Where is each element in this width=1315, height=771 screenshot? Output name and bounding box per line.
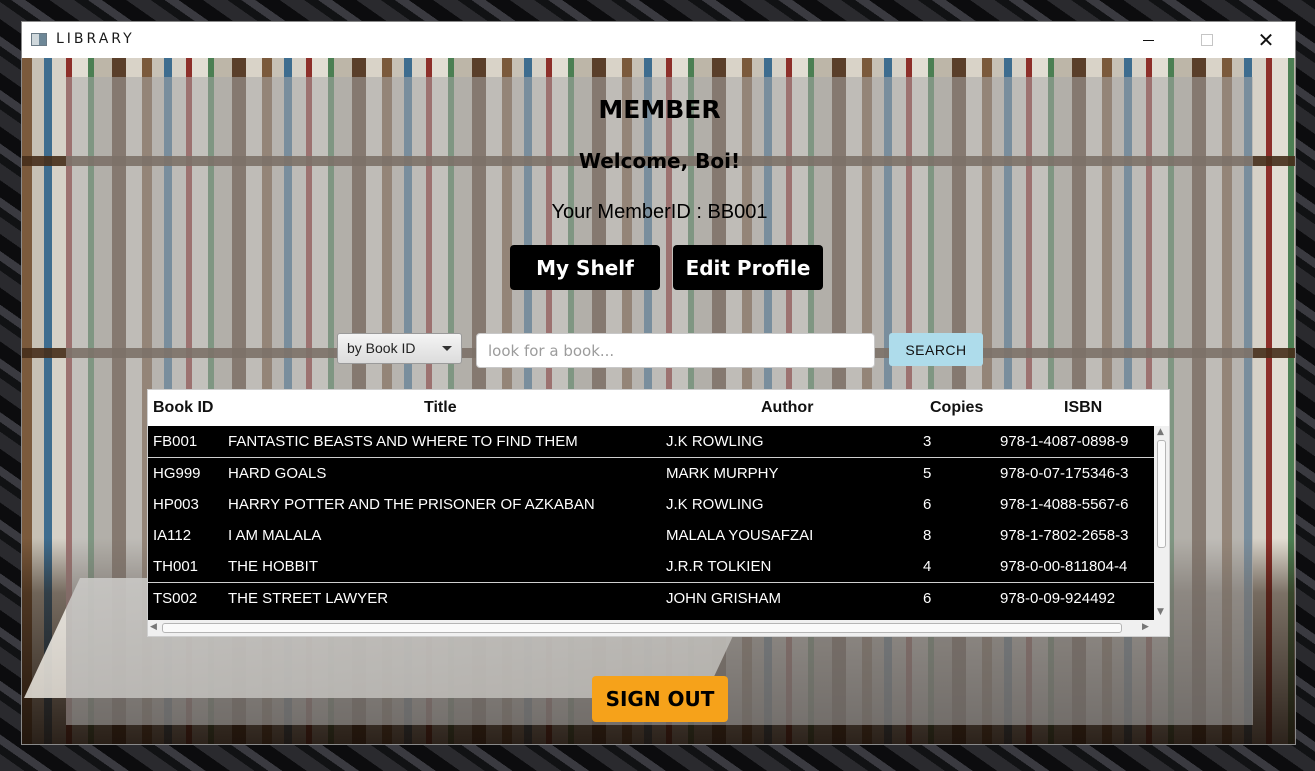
- cell-copies: 6: [923, 496, 932, 513]
- vertical-scroll-thumb[interactable]: [1157, 440, 1166, 548]
- cell-author: J.K ROWLING: [666, 433, 764, 450]
- cell-title: HARD GOALS: [228, 465, 327, 482]
- maximize-button[interactable]: [1178, 22, 1236, 58]
- member-panel: MEMBER Welcome, Boi! Your MemberID : BB0…: [66, 77, 1253, 725]
- minimize-button[interactable]: [1119, 22, 1177, 58]
- column-header-author[interactable]: Author: [761, 390, 813, 426]
- window-title: LIBRARY: [56, 31, 135, 47]
- scroll-left-icon[interactable]: ◀: [150, 622, 157, 632]
- table-row[interactable]: FB001 FANTASTIC BEASTS AND WHERE TO FIND…: [148, 426, 1154, 457]
- cell-book-id: FB001: [153, 433, 198, 450]
- table-row[interactable]: HG999 HARD GOALS MARK MURPHY 5 978-0-07-…: [148, 457, 1154, 489]
- horizontal-scroll-thumb[interactable]: [162, 623, 1122, 633]
- table-body: FB001 FANTASTIC BEASTS AND WHERE TO FIND…: [148, 426, 1154, 620]
- search-filter-value: by Book ID: [347, 340, 416, 356]
- cell-title: FANTASTIC BEASTS AND WHERE TO FIND THEM: [228, 433, 578, 450]
- search-input[interactable]: [476, 333, 875, 368]
- cell-author: MALALA YOUSAFZAI: [666, 527, 814, 544]
- page-title: MEMBER: [598, 95, 721, 124]
- minimize-icon: [1142, 39, 1154, 41]
- cell-isbn: 978-1-7802-2658-3: [1000, 527, 1129, 544]
- app-icon: [31, 33, 47, 46]
- app-window: LIBRARY ✕ MEMBER Welcome, Boi! Your Memb…: [21, 21, 1296, 745]
- column-header-title[interactable]: Title: [424, 390, 457, 426]
- library-background: MEMBER Welcome, Boi! Your MemberID : BB0…: [22, 58, 1295, 744]
- cell-book-id: TS002: [153, 590, 198, 607]
- cell-title: THE STREET LAWYER: [228, 590, 389, 607]
- cell-isbn: 978-1-4087-0898-9: [1000, 433, 1129, 450]
- search-filter-select[interactable]: by Book ID: [337, 333, 462, 364]
- cell-author: MARK MURPHY: [666, 465, 779, 482]
- cell-isbn: 978-0-07-175346-3: [1000, 465, 1129, 482]
- chevron-down-icon: [442, 346, 452, 351]
- cell-author: JOHN GRISHAM: [666, 590, 782, 607]
- scroll-down-icon[interactable]: ▼: [1157, 607, 1164, 617]
- table-row[interactable]: IA112 I AM MALALA MALALA YOUSAFZAI 8 978…: [148, 520, 1154, 551]
- scroll-up-icon[interactable]: ▲: [1157, 427, 1164, 437]
- cell-copies: 3: [923, 433, 932, 450]
- column-header-copies[interactable]: Copies: [930, 390, 983, 426]
- cell-book-id: HG999: [153, 465, 201, 482]
- table-row[interactable]: HP003 HARRY POTTER AND THE PRISONER OF A…: [148, 489, 1154, 520]
- column-header-book-id[interactable]: Book ID: [153, 390, 213, 426]
- cell-copies: 8: [923, 527, 932, 544]
- column-header-isbn[interactable]: ISBN: [1064, 390, 1102, 426]
- edit-profile-button[interactable]: Edit Profile: [673, 245, 823, 290]
- cell-title: HARRY POTTER AND THE PRISONER OF AZKABAN: [228, 496, 595, 513]
- scroll-right-icon[interactable]: ▶: [1142, 622, 1149, 632]
- my-shelf-button[interactable]: My Shelf: [510, 245, 660, 290]
- cell-isbn: 978-1-4088-5567-6: [1000, 496, 1129, 513]
- vertical-scrollbar[interactable]: ▲ ▼: [1154, 426, 1169, 620]
- cell-book-id: IA112: [153, 527, 192, 544]
- search-button[interactable]: SEARCH: [889, 333, 983, 366]
- cell-author: J.R.R TOLKIEN: [666, 558, 772, 575]
- close-icon: ✕: [1257, 28, 1275, 52]
- cell-title: THE HOBBIT: [228, 558, 319, 575]
- table-row[interactable]: TH001 THE HOBBIT J.R.R TOLKIEN 4 978-0-0…: [148, 551, 1154, 582]
- cell-isbn: 978-0-00-811804-4: [1000, 558, 1128, 575]
- cell-book-id: HP003: [153, 496, 199, 513]
- cell-book-id: TH001: [153, 558, 199, 575]
- cell-isbn: 978-0-09-924492: [1000, 590, 1116, 607]
- cell-copies: 4: [923, 558, 932, 575]
- cell-copies: 6: [923, 590, 932, 607]
- sign-out-button[interactable]: SIGN OUT: [592, 676, 728, 722]
- cell-title: I AM MALALA: [228, 527, 322, 544]
- cell-author: J.K ROWLING: [666, 496, 764, 513]
- maximize-icon: [1201, 34, 1213, 46]
- title-bar[interactable]: LIBRARY ✕: [22, 22, 1295, 58]
- table-header: Book ID Title Author Copies ISBN: [148, 390, 1169, 426]
- close-button[interactable]: ✕: [1237, 22, 1295, 58]
- books-table: Book ID Title Author Copies ISBN FB001 F…: [147, 389, 1170, 637]
- welcome-text: Welcome, Boi!: [578, 149, 741, 173]
- horizontal-scrollbar[interactable]: ◀ ▶: [148, 620, 1169, 636]
- member-id-text: Your MemberID : BB001: [551, 201, 768, 223]
- cell-copies: 5: [923, 465, 932, 482]
- table-row[interactable]: TS002 THE STREET LAWYER JOHN GRISHAM 6 9…: [148, 582, 1154, 614]
